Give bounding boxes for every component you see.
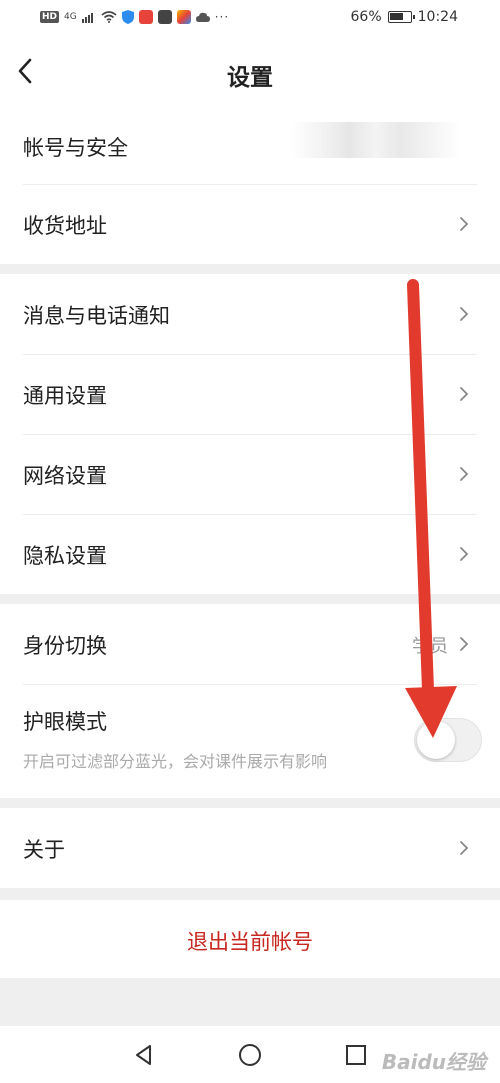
settings-group-identity: 身份切换 学员 护眼模式 开启可过滤部分蓝光，会对课件展示有影响 — [0, 604, 500, 798]
chevron-right-icon — [460, 467, 469, 481]
app-notification-icon — [138, 10, 153, 24]
app-notification-icon — [157, 10, 172, 24]
hd-icon: HD — [40, 11, 60, 23]
item-subtitle: 开启可过滤部分蓝光，会对课件展示有影响 — [23, 752, 328, 771]
settings-item-account-security[interactable]: 帐号与安全 — [0, 106, 500, 186]
logout-button[interactable]: 退出当前帐号 — [0, 926, 500, 956]
settings-item-switch-identity[interactable]: 身份切换 学员 — [0, 604, 500, 684]
app-notification-icon — [176, 10, 191, 24]
settings-item-notifications[interactable]: 消息与电话通知 — [0, 274, 500, 354]
shield-app-icon — [121, 10, 134, 24]
item-label: 收货地址 — [23, 214, 107, 238]
settings-item-general[interactable]: 通用设置 — [0, 354, 500, 434]
back-triangle-icon[interactable] — [131, 1042, 157, 1068]
settings-item-network[interactable]: 网络设置 — [0, 434, 500, 514]
item-label: 关于 — [23, 838, 65, 862]
status-bar: HD 4G ··· 66% 10:24 — [0, 0, 500, 38]
chevron-right-icon — [460, 307, 469, 321]
nav-header: 设置 — [0, 38, 500, 106]
item-label: 帐号与安全 — [23, 136, 128, 160]
status-left: HD 4G ··· — [40, 10, 229, 24]
item-label: 身份切换 — [23, 634, 107, 658]
settings-item-eye-protection: 护眼模式 开启可过滤部分蓝光，会对课件展示有影响 — [0, 684, 500, 798]
chevron-right-icon — [460, 637, 469, 651]
settings-item-about[interactable]: 关于 — [0, 808, 500, 888]
settings-group-general: 消息与电话通知 通用设置 网络设置 隐私设置 — [0, 274, 500, 594]
more-notifications: ··· — [214, 10, 230, 24]
home-circle-icon[interactable] — [237, 1042, 263, 1068]
blurred-account-value — [290, 122, 460, 158]
chevron-right-icon — [460, 547, 469, 561]
signal-icon — [81, 13, 93, 23]
chevron-right-icon — [460, 841, 469, 855]
item-label: 消息与电话通知 — [23, 304, 170, 328]
watermark-logo: Baidu经验 — [381, 1050, 486, 1074]
item-label: 网络设置 — [23, 464, 107, 488]
settings-item-privacy[interactable]: 隐私设置 — [0, 514, 500, 594]
settings-item-shipping-address[interactable]: 收货地址 — [0, 184, 500, 264]
cloud-icon — [195, 12, 210, 22]
battery-icon — [387, 11, 415, 23]
chevron-right-icon — [460, 217, 469, 231]
recents-square-icon[interactable] — [343, 1042, 369, 1068]
toggle-knob — [417, 721, 455, 759]
identity-value: 学员 — [412, 636, 448, 657]
wifi-icon — [101, 11, 117, 23]
page-title: 设置 — [227, 65, 273, 91]
item-label: 护眼模式 — [23, 710, 107, 734]
settings-group-about: 关于 — [0, 808, 500, 888]
eye-protection-toggle[interactable] — [414, 718, 482, 762]
clock: 10:24 — [417, 9, 458, 25]
item-label: 通用设置 — [23, 384, 107, 408]
logout-card: 退出当前帐号 — [0, 900, 500, 978]
settings-group-account: 帐号与安全 收货地址 — [0, 106, 500, 264]
item-label: 隐私设置 — [23, 544, 107, 568]
battery-percent: 66% — [350, 9, 382, 25]
signal-label: 4G — [64, 12, 77, 22]
status-right: 66% 10:24 — [351, 9, 458, 25]
chevron-right-icon — [460, 387, 469, 401]
